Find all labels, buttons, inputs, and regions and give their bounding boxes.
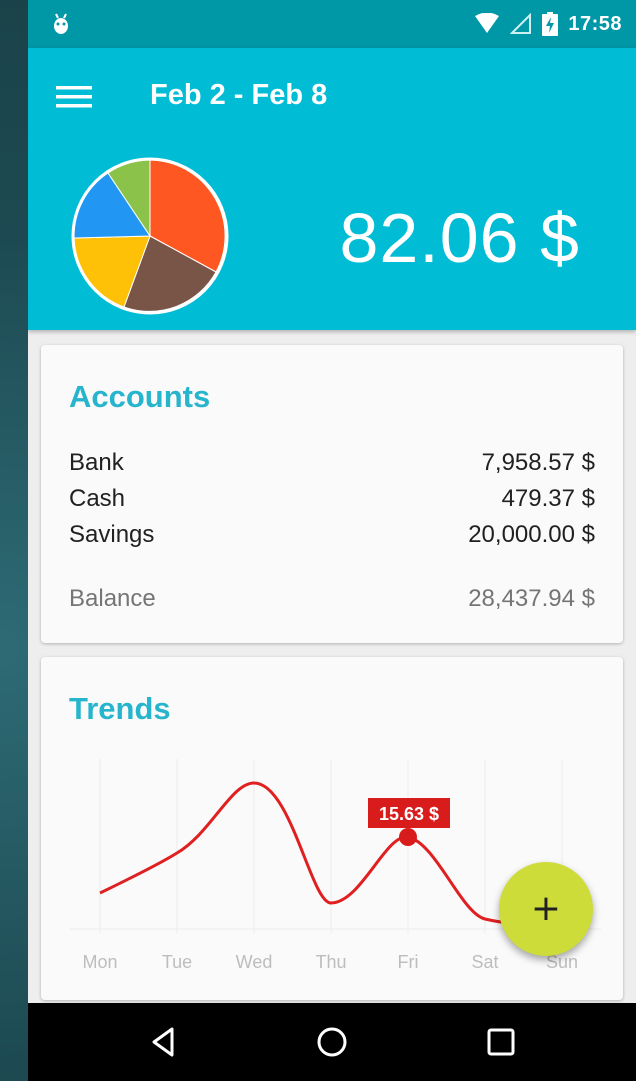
day-label: Wed — [236, 952, 273, 972]
account-amount: 479.37 $ — [501, 485, 595, 512]
app-bar: Feb 2 - Feb 8 82.06 $ — [28, 48, 636, 330]
balance-row: Balance 28,437.94 $ — [69, 585, 595, 613]
account-name: Cash — [69, 485, 126, 512]
status-icons: 17:58 — [474, 0, 622, 48]
account-row-bank[interactable]: Bank 7,958.57 $ — [69, 449, 595, 477]
balance-label: Balance — [69, 585, 156, 612]
day-label: Tue — [162, 952, 192, 972]
trends-title: Trends — [69, 691, 171, 726]
add-transaction-button[interactable]: + — [499, 862, 593, 956]
account-row-savings[interactable]: Savings 20,000.00 $ — [69, 521, 595, 549]
navigation-bar — [28, 1003, 636, 1081]
menu-icon[interactable] — [56, 84, 96, 110]
account-row-cash[interactable]: Cash 479.37 $ — [69, 485, 595, 513]
back-icon[interactable] — [146, 1025, 180, 1059]
day-label: Sat — [471, 952, 498, 972]
signal-icon — [510, 13, 532, 34]
recents-icon[interactable] — [484, 1025, 518, 1059]
accounts-title: Accounts — [69, 379, 211, 414]
account-amount: 20,000.00 $ — [468, 521, 595, 548]
phone-screen: 17:58 Feb 2 - Feb 8 82.06 $ Accounts Ban — [28, 0, 636, 1081]
account-amount: 7,958.57 $ — [481, 449, 595, 476]
highlight-point — [399, 828, 417, 846]
expense-pie-chart[interactable] — [68, 154, 232, 318]
android-debug-icon — [54, 13, 68, 34]
day-label: Mon — [82, 952, 117, 972]
day-label: Thu — [315, 952, 346, 972]
date-range-title[interactable]: Feb 2 - Feb 8 — [150, 79, 327, 112]
highlight-label: 15.63 $ — [379, 804, 439, 824]
status-bar: 17:58 — [28, 0, 636, 48]
day-label: Fri — [398, 952, 419, 972]
battery-charging-icon — [542, 12, 559, 36]
account-name: Savings — [69, 521, 155, 548]
wifi-icon — [475, 13, 500, 33]
balance-amount: 28,437.94 $ — [468, 585, 595, 612]
status-time: 17:58 — [568, 12, 622, 35]
total-amount: 82.06 $ — [339, 199, 580, 277]
plus-icon: + — [530, 888, 562, 929]
trend-line — [99, 781, 552, 925]
account-name: Bank — [69, 449, 124, 476]
home-icon[interactable] — [315, 1025, 349, 1059]
accounts-card[interactable]: Accounts Bank 7,958.57 $ Cash 479.37 $ S… — [41, 345, 623, 643]
